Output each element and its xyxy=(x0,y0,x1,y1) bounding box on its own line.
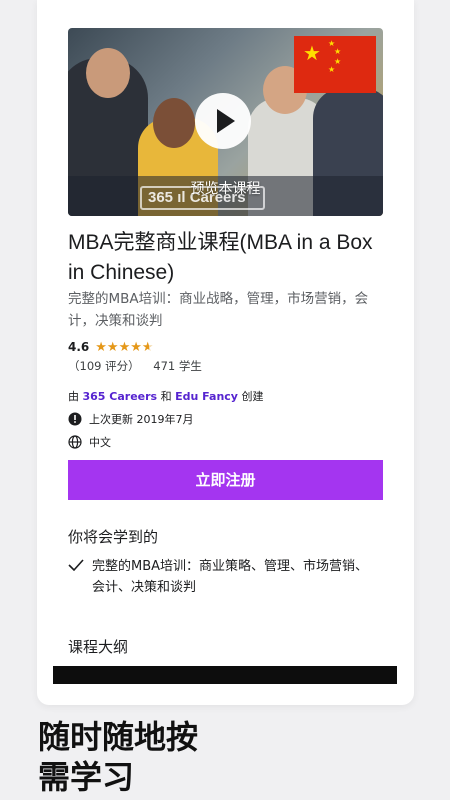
last-updated: 上次更新 2019年7月 xyxy=(89,413,194,426)
check-icon xyxy=(68,559,84,571)
rating-value: 4.6 xyxy=(68,340,90,354)
creator-link[interactable]: 365 Careers xyxy=(83,390,158,403)
alert-icon xyxy=(68,412,82,426)
globe-icon xyxy=(68,435,82,449)
last-updated-row: 上次更新 2019年7月 xyxy=(68,411,194,427)
tagline-line-1: 随时随地按 xyxy=(38,718,199,756)
created-by: 由 365 Careers 和 Edu Fancy 创建 xyxy=(68,388,263,404)
tagline: 随时随地按 需学习 xyxy=(38,717,198,797)
created-by-prefix: 由 xyxy=(68,390,79,403)
course-preview-video[interactable]: 365 ıl Careers ★ ★ ★ ★ ★ 预览本课程 xyxy=(68,28,383,216)
course-title: MBA完整商业课程(MBA in a Box in Chinese) xyxy=(68,231,373,284)
language: 中文 xyxy=(89,436,111,449)
syllabus-heading: 课程大纲 xyxy=(68,638,129,656)
hero-figure xyxy=(86,48,130,98)
video-strip xyxy=(53,666,397,684)
creator-link[interactable]: Edu Fancy xyxy=(175,390,238,403)
course-card: 365 ıl Careers ★ ★ ★ ★ ★ 预览本课程 MBA完整商业课程… xyxy=(37,0,414,705)
review-count: （109 评分） xyxy=(68,359,140,373)
star-rating-icon: ★★★★★ xyxy=(95,339,154,355)
play-icon[interactable] xyxy=(195,93,251,149)
language-row: 中文 xyxy=(68,434,111,450)
learn-heading: 你将会学到的 xyxy=(68,528,159,546)
hero-figure xyxy=(153,98,195,148)
enroll-button[interactable]: 立即注册 xyxy=(68,460,383,500)
china-flag-icon: ★ ★ ★ ★ ★ xyxy=(294,36,376,93)
rating-row: 4.6 ★★★★★ xyxy=(68,338,154,356)
learn-item-text: 完整的MBA培训：商业策略、管理、市场营销、会计、决策和谈判 xyxy=(92,559,369,595)
created-by-suffix: 创建 xyxy=(241,390,264,403)
preview-label: 预览本课程 xyxy=(190,181,261,197)
list-item: 完整的MBA培训：商业策略、管理、市场营销、会计、决策和谈判 xyxy=(68,556,383,598)
course-subtitle: 完整的MBA培训：商业战略，管理，市场营销，会计，决策和谈判 xyxy=(68,291,369,329)
created-by-and: 和 xyxy=(160,390,172,403)
rating-counts: （109 评分） 471 学生 xyxy=(68,358,212,374)
tagline-line-2: 需学习 xyxy=(38,758,135,796)
student-count: 471 学生 xyxy=(153,359,202,373)
